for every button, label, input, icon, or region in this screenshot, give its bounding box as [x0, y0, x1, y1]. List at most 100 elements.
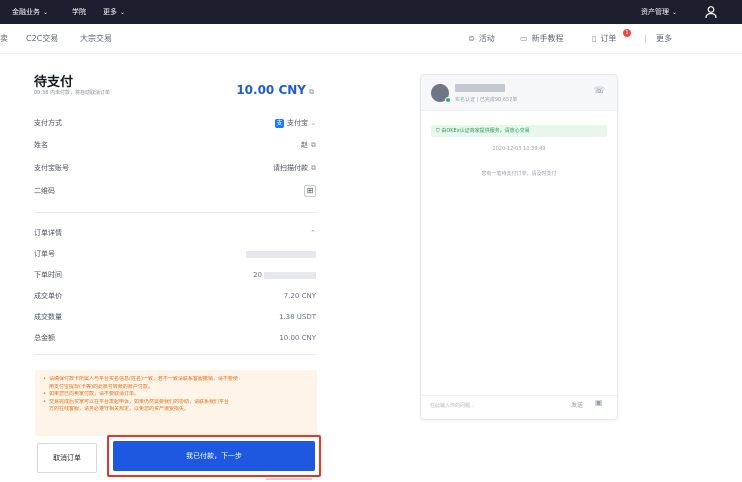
notice-line: 方的在线客服，请务必遵守相关规定，以免您的资产遭受损失。	[43, 406, 309, 414]
activity-link[interactable]: ⊜ 活动	[468, 24, 495, 54]
activity-label: 活动	[478, 34, 495, 43]
notice-text: 请确保付款卡所属人与平台实名信息(姓名)一致，若不一致请联系客服撤销，请不要使	[49, 376, 238, 382]
nav-more[interactable]: 更多 ⌄	[103, 0, 125, 24]
redacted-value	[264, 271, 316, 279]
nav-more-label: 更多	[103, 8, 117, 16]
detail-row: 下单时间 20	[34, 268, 316, 282]
name-value-wrap: 赵 ⧉	[301, 138, 316, 152]
order-panel: 待支付 09:38 内未付款，将自动取消订单 10.00 CNY ⧉ 支付方式 支…	[26, 54, 328, 482]
tutorial-label: 新手教程	[531, 34, 564, 43]
merchant-name-redacted	[455, 84, 505, 92]
system-message: 您有一笔待支付订单，请及时支付	[481, 171, 557, 177]
unit-price-label: 成交单价	[34, 292, 62, 300]
top-navigation-bar: 金融业务 ⌄ 学院 更多 ⌄ 资产管理 ⌄	[0, 0, 742, 24]
notice-text: 交易完成后买家可以在平台发起申诉，如果仍然需要我们的协助，请联系我们平台	[49, 398, 230, 405]
redacted-value	[246, 250, 316, 258]
orders-link[interactable]: ▯ 订单	[592, 24, 616, 54]
chevron-down-icon: ⌄	[120, 9, 126, 16]
merchant-meta: 实名认证 | 已完成90,657单	[455, 97, 518, 103]
qr-label: 二维码	[34, 187, 55, 195]
payment-method-label: 支付方式	[34, 119, 62, 127]
warning-notice: • 请确保付款卡所属人与平台实名信息(姓名)一致，若不一致请联系客服撤销，请不要使…	[35, 370, 317, 436]
qr-code-icon[interactable]: ⊞	[304, 185, 316, 197]
order-number-value	[246, 247, 316, 261]
nav-finance-label: 金融业务	[12, 8, 40, 16]
chevron-down-icon: ⌄	[43, 9, 49, 16]
order-amount: 10.00 CNY ⧉	[236, 83, 314, 97]
paid-next-button[interactable]: 我已付款，下一步	[113, 441, 315, 471]
detail-row: 订单号	[34, 247, 316, 261]
image-upload-icon[interactable]: ▣	[595, 398, 603, 407]
chat-panel: 实名认证 | 已完成90,657单 ☏ ⛉ 由OKEx认证商家提供服务，请放心交…	[420, 74, 618, 420]
highlight-frame: 我已付款，下一步	[107, 435, 321, 477]
more-link[interactable]: 更多	[656, 24, 672, 54]
nav-assets-label: 资产管理	[641, 8, 669, 16]
detail-row: 成交单价 7.20 CNY	[34, 289, 316, 303]
nav-sell-tab-cut[interactable]: 卖	[0, 24, 8, 54]
order-time-label: 下单时间	[34, 271, 62, 279]
countdown-text: 09:38 内未付款，将自动取消订单	[34, 90, 110, 96]
total-amount-label: 总金额	[34, 334, 55, 342]
divider	[34, 354, 316, 355]
unit-price-value: 7.20 CNY	[283, 292, 316, 300]
online-status-dot	[445, 97, 451, 103]
nav-divider	[645, 35, 646, 43]
verified-text: 由OKEx认证商家提供服务，请放心交易	[441, 128, 530, 134]
user-icon[interactable]	[704, 5, 718, 19]
more-label: 更多	[656, 34, 672, 43]
detail-row: 总金额 10.00 CNY	[34, 331, 316, 345]
chat-message-input[interactable]: 在此输入你的问题...	[430, 402, 475, 409]
cancel-order-button[interactable]: 取消订单	[37, 443, 97, 473]
nav-academy-label: 学院	[72, 8, 86, 16]
copy-icon[interactable]: ⧉	[309, 88, 314, 96]
notice-line: • 交易完成后买家可以在平台发起申诉，如果仍然需要我们的协助，请联系我们平台	[43, 398, 230, 405]
name-label: 姓名	[34, 141, 48, 149]
notice-line: • 如果您已向卖家付款，请不要取消订单。	[43, 391, 140, 397]
copy-icon[interactable]: ⧉	[311, 141, 316, 149]
chat-divider	[421, 395, 617, 396]
chevron-down-icon: ⌄	[672, 9, 678, 16]
detail-row: 成交数量 1.38 USDT	[34, 310, 316, 324]
scroll-hint-bar	[266, 478, 312, 480]
send-button[interactable]: 发送	[571, 400, 583, 409]
notice-text: 用支付宝提现(卡等)向此账号转账的账户付款。	[49, 383, 153, 390]
notice-text: 方的在线客服，请务必遵守相关规定，以免您的资产遭受损失。	[49, 406, 190, 412]
account-label: 支付宝账号	[34, 164, 69, 172]
order-status-title: 待支付	[34, 75, 74, 90]
notice-line: 用支付宝提现(卡等)向此账号转账的账户付款。	[43, 384, 309, 392]
chevron-up-icon: ⌃	[310, 229, 316, 237]
account-row: 支付宝账号 请扫描付款 ⧉	[34, 161, 316, 175]
order-details-toggle[interactable]: 订单详情 ⌃	[34, 226, 316, 240]
tab-block-trade[interactable]: 大宗交易	[80, 24, 112, 54]
activity-icon: ⊜	[468, 34, 475, 43]
chat-timestamp: 2020-12-03 10:39:49	[492, 146, 546, 152]
tab-c2c[interactable]: C2C交易	[26, 24, 58, 54]
payment-method-row: 支付方式 支支付宝 ⌄	[34, 116, 316, 130]
order-number-label: 订单号	[34, 250, 55, 258]
tutorial-link[interactable]: ▭ 新手教程	[520, 24, 564, 54]
notice-line: • 请确保付款卡所属人与平台实名信息(姓名)一致，若不一致请联系客服撤销，请不要使	[43, 376, 238, 382]
alipay-icon: 支	[274, 118, 284, 128]
name-row: 姓名 赵 ⧉	[34, 138, 316, 152]
chat-header: 实名认证 | 已完成90,657单 ☏	[421, 75, 617, 111]
orders-badge: 1	[623, 29, 631, 37]
divider	[34, 212, 316, 213]
verified-merchant-banner: ⛉ 由OKEx认证商家提供服务，请放心交易	[431, 125, 607, 137]
nav-finance[interactable]: 金融业务 ⌄	[12, 0, 48, 24]
account-value-wrap: 请扫描付款 ⧉	[273, 161, 316, 175]
book-icon: ▭	[520, 34, 528, 43]
tab-block-trade-label: 大宗交易	[80, 34, 112, 43]
payment-method-value: 支付宝	[286, 119, 308, 127]
account-value: 请扫描付款	[273, 164, 308, 172]
order-time-prefix: 20	[253, 271, 262, 279]
phone-icon[interactable]: ☏	[594, 86, 605, 96]
order-details-label: 订单详情	[34, 229, 62, 237]
nav-assets[interactable]: 资产管理 ⌄	[641, 0, 677, 24]
copy-icon[interactable]: ⧉	[311, 164, 316, 172]
total-amount-value: 10.00 CNY	[279, 334, 316, 342]
notice-text: 如果您已向卖家付款，请不要取消订单。	[49, 391, 140, 397]
payment-method-select[interactable]: 支支付宝 ⌄	[274, 116, 316, 131]
nav-sell-label: 卖	[0, 34, 8, 43]
nav-academy[interactable]: 学院	[72, 0, 86, 24]
quantity-label: 成交数量	[34, 313, 62, 321]
